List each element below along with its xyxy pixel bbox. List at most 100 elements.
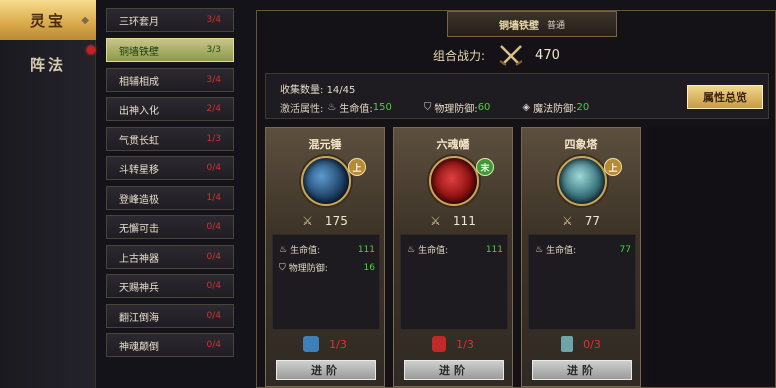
stat-value: 111 xyxy=(357,244,375,255)
power-label: 组合战力: xyxy=(433,48,486,63)
treasure-card[interactable]: 四象塔 上 ⚔ 77 ♨ 生命值: 77 0/3 进阶 xyxy=(521,127,641,387)
tab-zhenfa[interactable]: 阵法 xyxy=(0,44,96,84)
treasure-card[interactable]: 六魂幡 末 ⚔ 111 ♨ 生命值: 111 1/3 进阶 xyxy=(393,127,513,387)
set-count: 0/4 xyxy=(206,163,221,173)
set-title: 铜墙铁壁 xyxy=(498,20,539,32)
set-name: 气贯长虹 xyxy=(119,135,159,147)
attr-label: 生命值: xyxy=(339,104,373,115)
hammer-fragment-icon xyxy=(303,336,320,352)
set-item[interactable]: 三环套月 3/4 xyxy=(106,8,234,32)
set-detail-panel: 铜墙铁壁 普通 组合战力: 470 收集数量: 14/45 激活属性: ♨ 生命… xyxy=(256,10,776,388)
set-name: 无懈可击 xyxy=(119,223,159,235)
hammer-icon xyxy=(301,156,351,206)
banner-icon xyxy=(429,156,479,206)
set-count: 0/4 xyxy=(206,222,221,232)
flame-icon: ♨ xyxy=(279,244,288,255)
stat-label: 生命值: xyxy=(290,246,321,256)
set-name: 神魂颠倒 xyxy=(119,341,159,353)
set-name: 翻江倒海 xyxy=(119,312,159,324)
collect-row: 收集数量: 14/45 xyxy=(280,81,355,96)
treasure-card[interactable]: 混元锤 上 ⚔ 175 ♨ 生命值: 111 ⛉ 物理防御: 16 1/3 进阶 xyxy=(265,127,385,387)
treasure-power: ⚔ 175 xyxy=(266,214,384,228)
set-count: 3/3 xyxy=(206,45,221,55)
set-count: 0/4 xyxy=(206,311,221,321)
flame-icon: ♨ xyxy=(535,244,544,255)
advance-button[interactable]: 进阶 xyxy=(404,360,504,380)
set-item[interactable]: 天赐神兵 0/4 xyxy=(106,274,234,298)
stat-row: ♨ 生命值: 111 xyxy=(407,243,503,257)
set-item[interactable]: 无懈可击 0/4 xyxy=(106,215,234,239)
treasure-stats: ♨ 生命值: 77 xyxy=(528,234,636,330)
set-name: 相辅相成 xyxy=(119,76,159,88)
set-item[interactable]: 翻江倒海 0/4 xyxy=(106,304,234,328)
attr-hp: ♨ 生命值: 150 xyxy=(327,100,391,115)
side-tabs: 灵宝 ◆ 阵法 xyxy=(0,0,96,388)
grade-badge: 末 xyxy=(476,158,494,176)
set-item[interactable]: 斗转星移 0/4 xyxy=(106,156,234,180)
crossed-swords-icon: ⚔ xyxy=(430,214,441,228)
activate-label: 激活属性: xyxy=(280,104,324,115)
attr-magic-def: ◈ 魔法防御: 20 xyxy=(522,100,589,115)
flame-icon: ♨ xyxy=(407,244,416,255)
set-item[interactable]: 出神入化 2/4 xyxy=(106,97,234,121)
set-name: 天赐神兵 xyxy=(119,282,159,294)
set-name: 斗转星移 xyxy=(119,164,159,176)
tower-icon xyxy=(557,156,607,206)
fragment-count: 1/3 xyxy=(266,336,384,352)
attribute-summary-button[interactable]: 属性总览 xyxy=(687,85,763,109)
shield-icon: ⛉ xyxy=(279,262,286,273)
stat-row: ♨ 生命值: 111 xyxy=(279,243,375,257)
stat-value: 111 xyxy=(485,244,503,255)
fragment-value: 1/3 xyxy=(329,337,347,351)
set-count: 0/4 xyxy=(206,281,221,291)
set-name: 铜墙铁壁 xyxy=(119,46,159,58)
tab-label: 灵宝 xyxy=(29,11,66,30)
set-item[interactable]: 神魂颠倒 0/4 xyxy=(106,333,234,357)
flame-icon: ♨ xyxy=(327,102,337,113)
notification-dot xyxy=(87,46,95,54)
crossed-swords-icon xyxy=(499,45,523,66)
combined-power: 组合战力: 470 xyxy=(433,43,560,67)
attr-phys-def: ⛉ 物理防御: 60 xyxy=(424,100,491,115)
tab-label: 阵法 xyxy=(29,55,66,74)
power-value: 175 xyxy=(324,214,348,228)
collect-label: 收集数量: xyxy=(280,85,324,96)
set-count: 1/3 xyxy=(206,134,221,144)
treasure-power: ⚔ 77 xyxy=(522,214,640,228)
power-value: 111 xyxy=(452,214,476,228)
shield-icon: ⛉ xyxy=(423,102,432,113)
stat-label: 生命值: xyxy=(546,246,577,256)
set-count: 2/4 xyxy=(206,104,221,114)
collection-stats: 收集数量: 14/45 激活属性: ♨ 生命值: 150 ⛉ 物理防御: 60 … xyxy=(265,73,769,119)
stat-value: 16 xyxy=(363,262,375,273)
set-item[interactable]: 气贯长虹 1/3 xyxy=(106,127,234,151)
advance-button[interactable]: 进阶 xyxy=(532,360,632,380)
fragment-value: 1/3 xyxy=(456,337,474,351)
tab-lingbao[interactable]: 灵宝 ◆ xyxy=(0,0,96,40)
crossed-swords-icon: ⚔ xyxy=(302,214,313,228)
attr-value: 20 xyxy=(576,102,590,113)
banner-fragment-icon xyxy=(432,336,447,352)
stat-label: 物理防御: xyxy=(288,264,328,274)
power-value: 77 xyxy=(584,214,601,228)
treasure-name: 四象塔 xyxy=(564,138,598,151)
grade-badge: 上 xyxy=(604,158,622,176)
attr-label: 魔法防御: xyxy=(533,104,577,115)
magic-shield-icon: ◈ xyxy=(522,102,531,113)
advance-button[interactable]: 进阶 xyxy=(276,360,376,380)
set-name: 出神入化 xyxy=(119,105,159,117)
set-item[interactable]: 相辅相成 3/4 xyxy=(106,68,234,92)
power-value: 470 xyxy=(535,47,560,63)
fragment-value: 0/3 xyxy=(583,337,601,351)
treasure-stats: ♨ 生命值: 111 xyxy=(400,234,508,330)
chevron-right-icon: ◆ xyxy=(81,14,92,26)
collect-value: 14/45 xyxy=(326,85,356,96)
set-item[interactable]: 上古神器 0/4 xyxy=(106,245,234,269)
treasure-power: ⚔ 111 xyxy=(394,214,512,228)
stat-label: 生命值: xyxy=(418,246,449,256)
set-count: 1/4 xyxy=(206,193,221,203)
set-item-selected[interactable]: 铜墙铁壁 3/3 xyxy=(106,38,234,62)
set-item[interactable]: 登峰造极 1/4 xyxy=(106,186,234,210)
stat-row: ♨ 生命值: 77 xyxy=(535,243,631,257)
fragment-count: 1/3 xyxy=(394,336,512,352)
